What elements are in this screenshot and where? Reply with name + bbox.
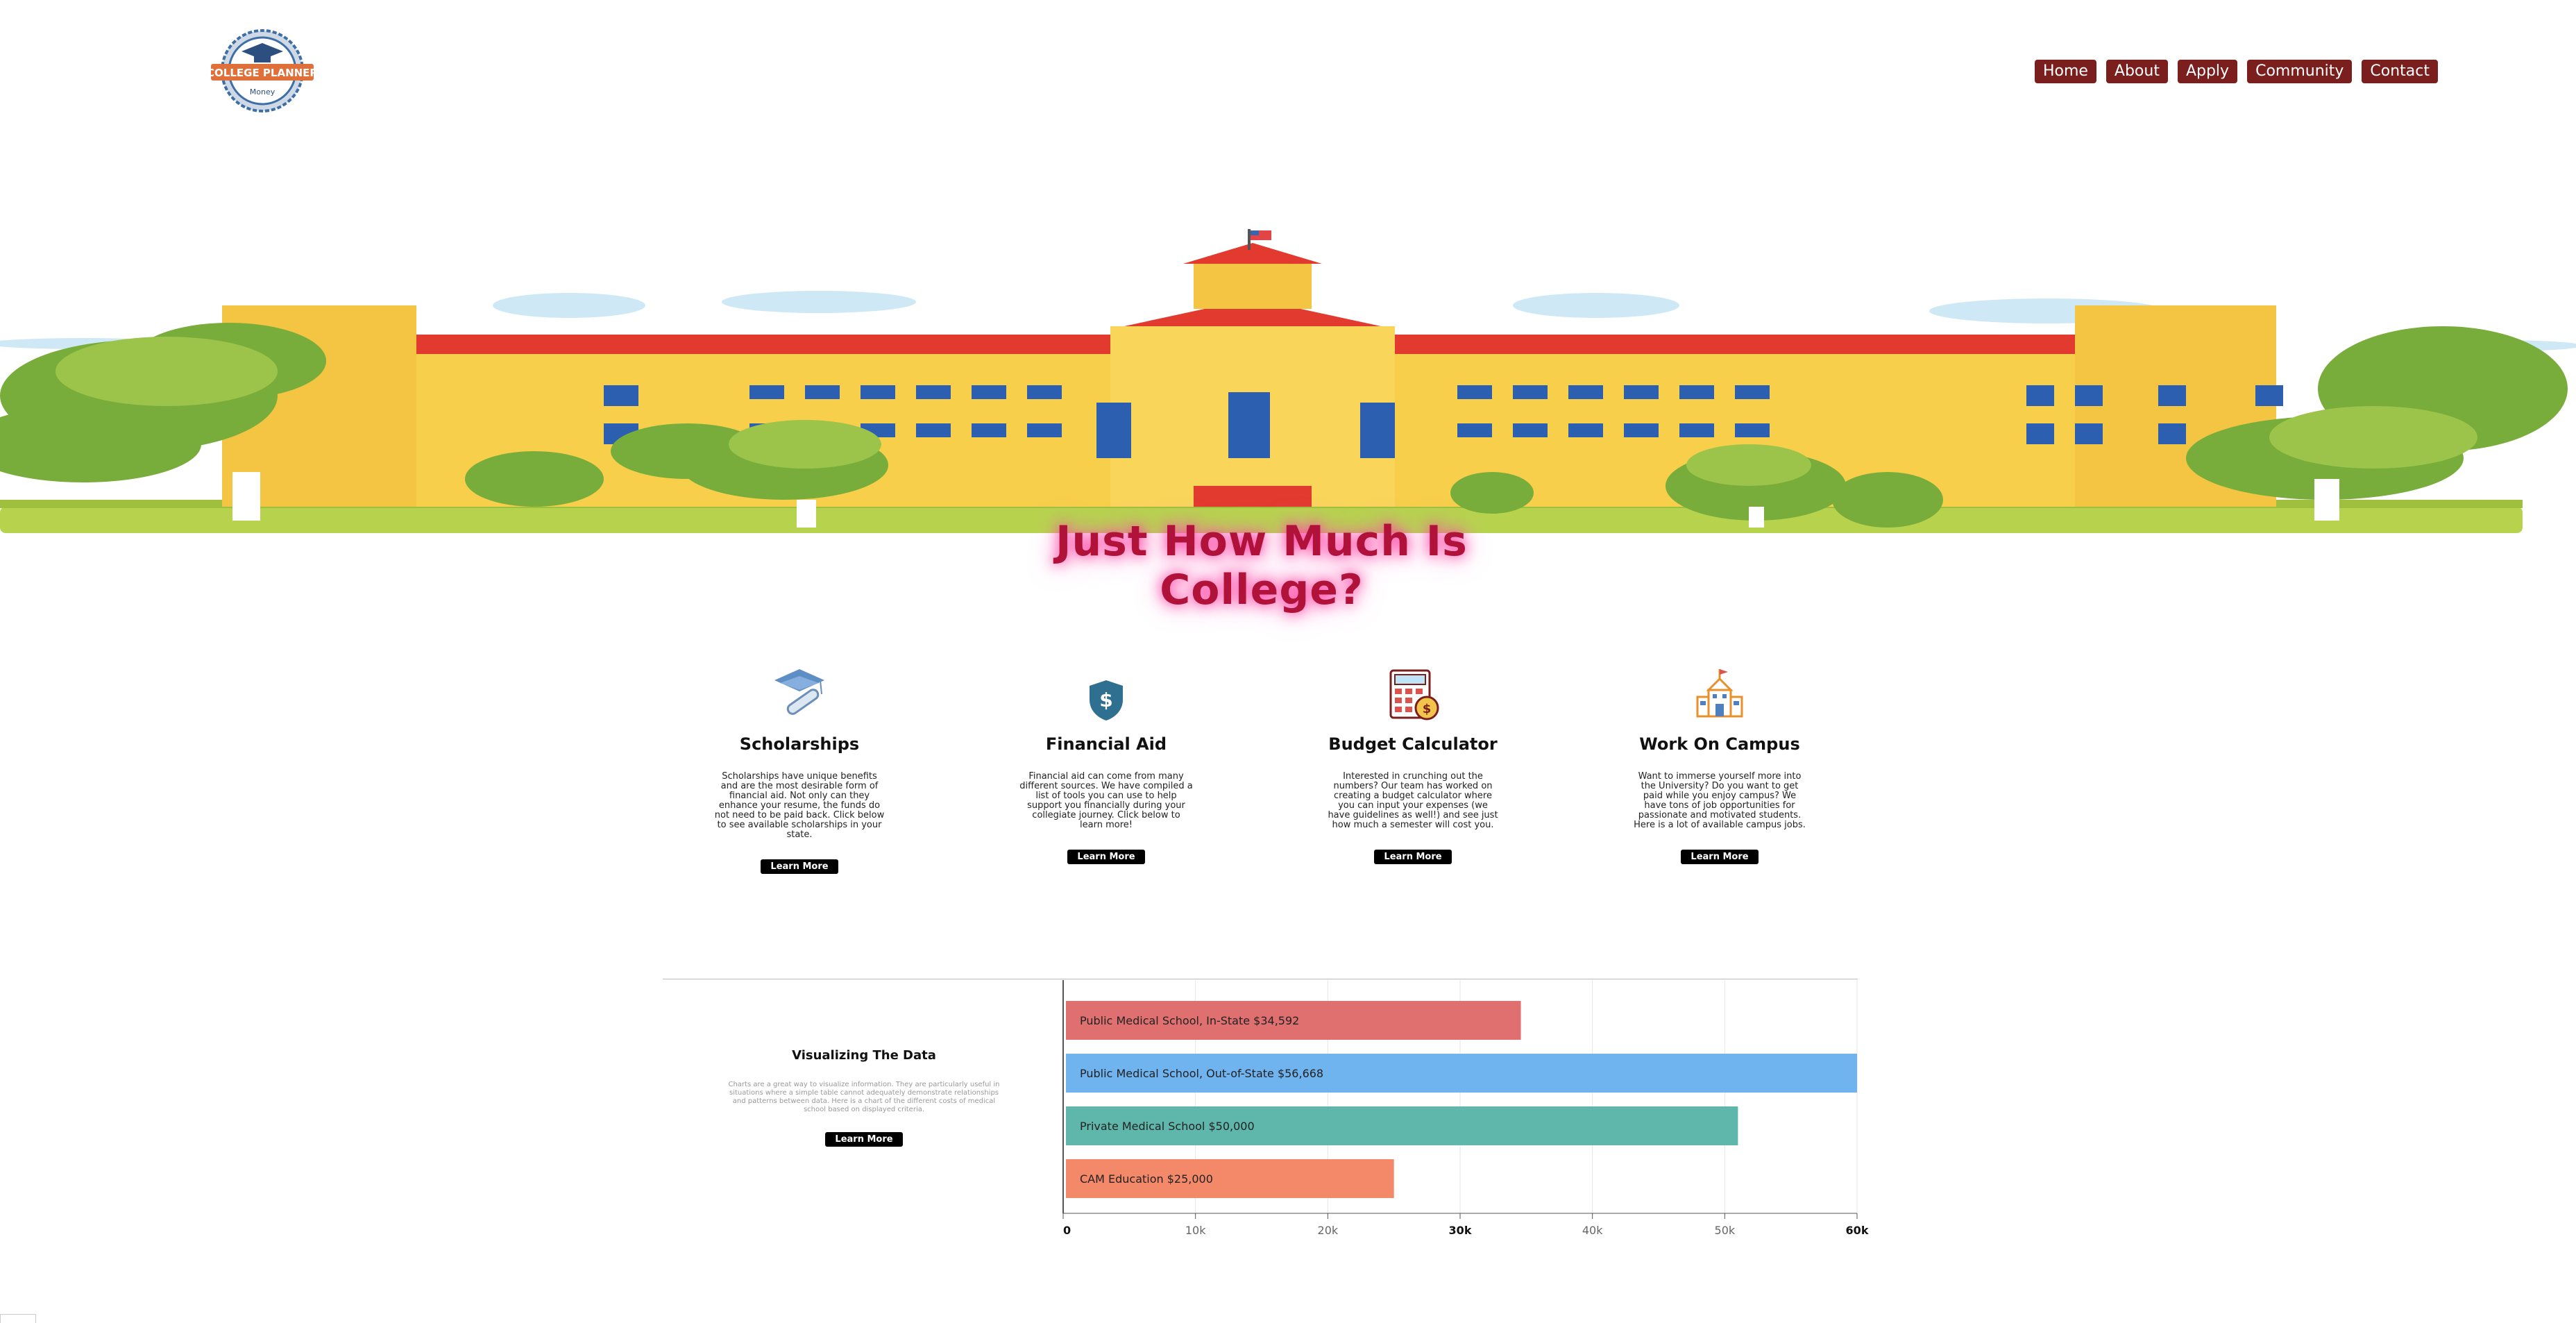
- chart-tick-label: 30k: [1449, 1224, 1472, 1237]
- feature-description: Interested in crunching out the numbers?…: [1328, 771, 1498, 830]
- viz-title: Visualizing The Data: [792, 1048, 936, 1063]
- financial-aid-learn-more-button[interactable]: Learn More: [1067, 850, 1145, 864]
- hero-campus-illustration: [0, 222, 2576, 555]
- hero-title: Just How Much Is College?: [1056, 517, 1468, 614]
- chart-tick-label: 40k: [1582, 1224, 1603, 1237]
- chart-tick-label: 10k: [1185, 1224, 1206, 1237]
- feature-description: Want to immerse yourself more into the U…: [1634, 771, 1806, 830]
- feature-description: Financial aid can come from many differe…: [1019, 771, 1193, 830]
- chart-tick-label: 20k: [1318, 1224, 1339, 1237]
- nav-contact[interactable]: Contact: [2362, 60, 2438, 83]
- feature-scholarships: Scholarships Scholarships have unique be…: [688, 666, 910, 874]
- medical-school-cost-chart: 0 10k 20k 30k 40k 50k 60k Public Medical School…: [1041, 980, 1888, 1251]
- viz-intro: Visualizing The Data Charts are a great …: [697, 1048, 1031, 1147]
- graduation-cap-diploma-icon: [688, 666, 910, 722]
- dollar-shield-icon: $: [995, 679, 1217, 722]
- campus-building-icon: [1609, 666, 1831, 722]
- viz-learn-more-button[interactable]: Learn More: [825, 1132, 903, 1147]
- svg-text:$: $: [1099, 689, 1112, 711]
- nav-apply[interactable]: Apply: [2177, 60, 2238, 83]
- feature-work-on-campus: Work On Campus Want to immerse yourself …: [1609, 666, 1831, 864]
- calculator-coin-icon: $: [1302, 666, 1524, 722]
- nav-about[interactable]: About: [2105, 60, 2168, 83]
- budget-calculator-learn-more-button[interactable]: Learn More: [1374, 850, 1452, 864]
- logo-text: COLLEGE PLANNER: [208, 67, 316, 79]
- svg-text:$: $: [1423, 702, 1432, 716]
- page-corner-element: [0, 1314, 36, 1323]
- nav-home[interactable]: Home: [2034, 60, 2096, 83]
- viz-description: Charts are a great way to visualize info…: [728, 1081, 1000, 1113]
- feature-budget-calculator: $ Budget Calculator Interested in crunch…: [1302, 666, 1524, 864]
- chart-tick-label: 50k: [1715, 1224, 1736, 1237]
- chart-bar-label: Public Medical School, Out-of-State $56,…: [1080, 1067, 1323, 1080]
- chart-bar-label: CAM Education $25,000: [1080, 1172, 1213, 1186]
- scholarships-learn-more-button[interactable]: Learn More: [761, 859, 838, 874]
- feature-title: Financial Aid: [1045, 734, 1167, 754]
- work-on-campus-learn-more-button[interactable]: Learn More: [1681, 850, 1759, 864]
- college-planner-logo[interactable]: COLLEGE PLANNER Money: [207, 28, 318, 114]
- chart-bar-label: Private Medical School $50,000: [1080, 1120, 1255, 1133]
- feature-description: Scholarships have unique benefits and ar…: [714, 771, 885, 840]
- chart-tick-label: 0: [1063, 1224, 1071, 1237]
- chart-bar-label: Public Medical School, In-State $34,592: [1080, 1014, 1299, 1027]
- feature-financial-aid: $ Financial Aid Financial aid can come f…: [995, 679, 1217, 864]
- chart-tick-label: 60k: [1846, 1224, 1869, 1237]
- feature-title: Budget Calculator: [1328, 734, 1498, 754]
- nav-community[interactable]: Community: [2247, 60, 2353, 83]
- main-nav: Home About Apply Community Contact: [2034, 60, 2438, 83]
- logo-subtext: Money: [250, 87, 276, 96]
- feature-title: Work On Campus: [1639, 734, 1800, 754]
- feature-title: Scholarships: [739, 734, 860, 754]
